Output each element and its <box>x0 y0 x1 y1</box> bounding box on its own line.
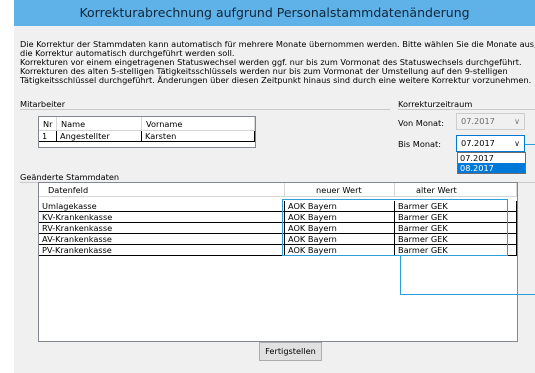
mitarbeiter-nr-cell[interactable]: 1 <box>39 131 57 142</box>
title-bar: Korrekturabrechnung aufgrund Personalsta… <box>14 0 535 26</box>
bis-monat-dropdown-list: 07.2017 08.2017 <box>457 152 526 174</box>
zeitraum-group-label: Korrekturzeitraum <box>398 99 473 109</box>
datenfeld-cell[interactable]: AV-Krankenkasse <box>39 234 285 245</box>
column-header-neuer-wert[interactable]: neuer Wert <box>285 183 395 197</box>
chevron-down-icon: ∨ <box>514 117 520 126</box>
column-header-name[interactable]: Name <box>57 117 142 131</box>
stammdaten-group-label: Geänderte Stammdaten <box>20 172 120 182</box>
dropdown-option[interactable]: 07.2017 <box>458 153 525 163</box>
bis-monat-label: Bis Monat: <box>398 139 442 149</box>
dialog-window: Korrekturabrechnung aufgrund Personalsta… <box>14 0 535 373</box>
mitarbeiter-name-cell[interactable]: Angestellter <box>57 131 142 142</box>
mitarbeiter-table: Nr Name Vorname 1 Angestellter Karsten <box>38 116 256 148</box>
von-monat-label: Von Monat: <box>398 118 445 128</box>
chevron-down-icon: ∨ <box>514 139 520 148</box>
datenfeld-cell[interactable]: RV-Krankenkasse <box>39 223 285 234</box>
dropdown-option-highlighted[interactable]: 08.2017 <box>458 163 525 173</box>
column-header-alter-wert[interactable]: alter Wert <box>395 183 517 197</box>
datenfeld-cell[interactable]: Umlagekasse <box>39 201 285 212</box>
mitarbeiter-vorname-cell[interactable]: Karsten <box>142 131 255 142</box>
changed-values-highlight <box>282 199 508 256</box>
datenfeld-cell[interactable]: KV-Krankenkasse <box>39 212 285 223</box>
datenfeld-cell[interactable]: PV-Krankenkasse <box>39 245 285 256</box>
callout-line <box>525 144 535 145</box>
fertigstellen-button[interactable]: Fertigstellen <box>259 342 322 361</box>
callout-line <box>400 256 401 294</box>
bis-monat-select[interactable]: 07.2017 ∨ <box>456 135 525 152</box>
mitarbeiter-divider <box>20 109 390 110</box>
window-title: Korrekturabrechnung aufgrund Personalsta… <box>79 5 470 20</box>
mitarbeiter-group-label: Mitarbeiter <box>20 99 66 109</box>
von-monat-value: 07.2017 <box>461 116 495 126</box>
column-header-nr[interactable]: Nr <box>39 117 57 131</box>
von-monat-select[interactable]: 07.2017 ∨ <box>456 113 525 130</box>
column-header-vorname[interactable]: Vorname <box>142 117 255 131</box>
zeitraum-divider <box>398 109 535 110</box>
callout-line <box>400 294 535 295</box>
column-header-datenfeld[interactable]: Datenfeld <box>39 183 285 197</box>
bis-monat-value: 07.2017 <box>461 138 495 148</box>
info-text-line-5: Tätigkeitsschlüssel durchgeführt. Änderu… <box>20 75 532 85</box>
